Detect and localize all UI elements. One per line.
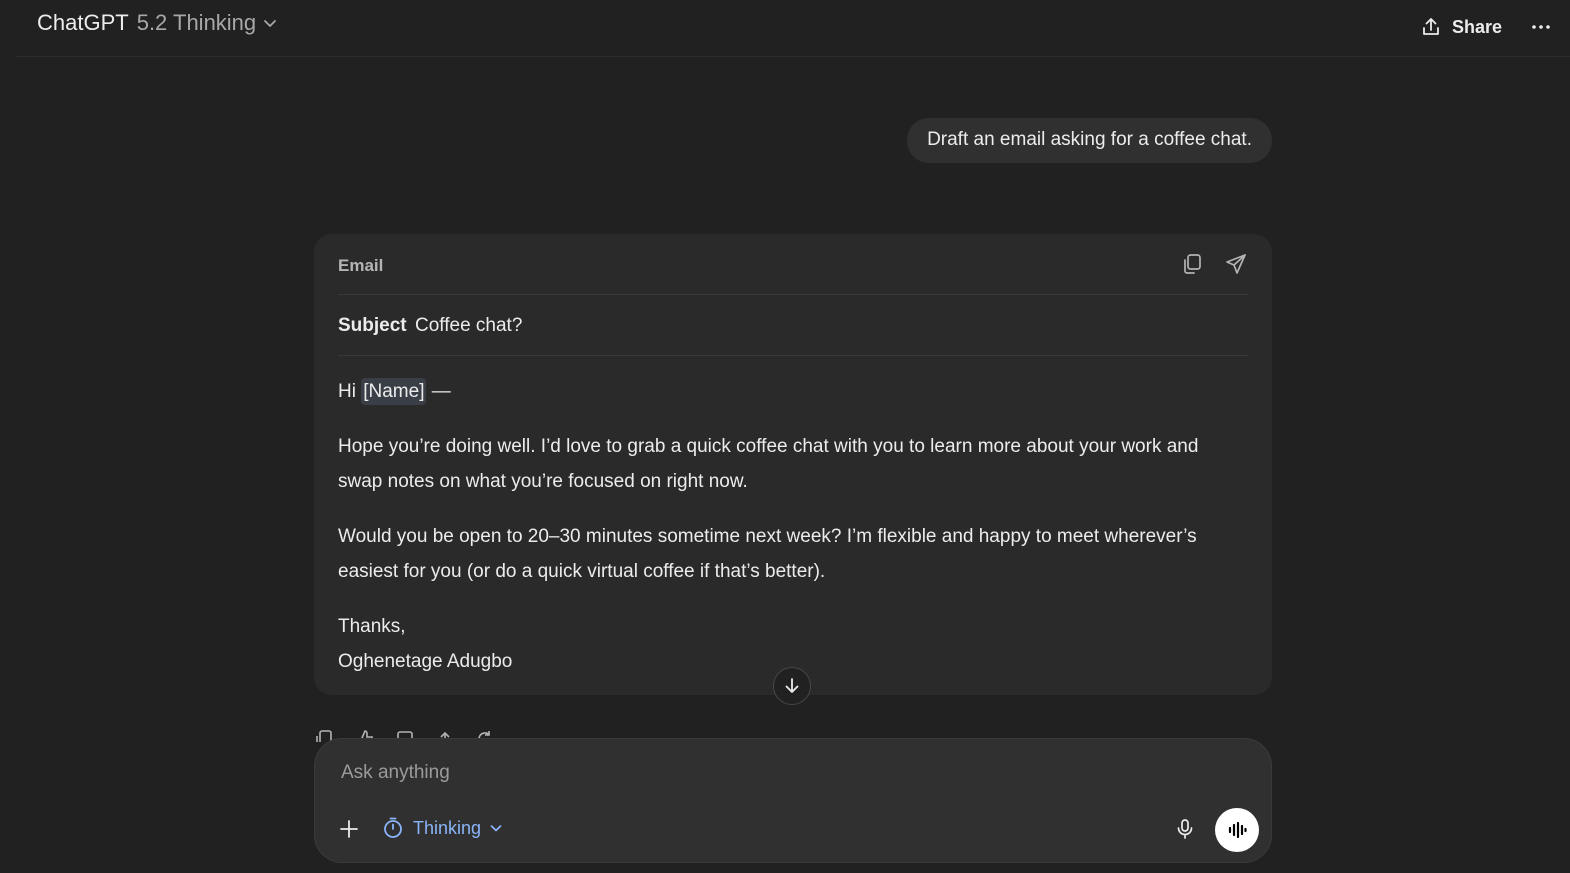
more-horizontal-icon [1530,16,1552,38]
model-switcher[interactable]: ChatGPT 5.2 Thinking [37,10,278,36]
composer: Thinking [314,738,1272,863]
copy-icon [1180,252,1204,276]
subject-value[interactable]: Coffee chat? [415,315,522,337]
chevron-down-icon [262,15,278,31]
email-greeting: Hi [Name] — [338,374,1238,409]
email-paragraph-2: Would you be open to 20–30 minutes somet… [338,526,1197,582]
email-card-header: Email [338,234,1248,295]
timer-icon [381,816,405,840]
email-subject-row: Subject Coffee chat? [338,295,1248,356]
more-options-button[interactable] [1524,12,1558,42]
model-name: ChatGPT [37,10,129,35]
send-icon [1224,252,1248,276]
email-card-label: Email [338,256,384,275]
share-button[interactable]: Share [1420,16,1502,38]
plus-icon [337,817,361,841]
microphone-icon [1173,817,1197,841]
voice-mode-icon [1226,819,1248,841]
email-body[interactable]: Hi [Name] — Hope you’re doing well. I’d … [338,374,1238,679]
greeting-suffix: — [426,381,451,402]
model-version: 5.2 Thinking [136,10,257,35]
greeting-prefix: Hi [338,381,362,402]
share-icon [1420,16,1442,38]
thinking-mode-button[interactable]: Thinking [381,816,503,840]
name-placeholder[interactable]: [Name] [361,378,427,405]
composer-input[interactable] [339,761,1163,785]
send-email-button[interactable] [1224,252,1248,276]
email-paragraph-1: Hope you’re doing well. I’d love to grab… [338,436,1199,492]
user-message: Draft an email asking for a coffee chat. [907,118,1272,163]
arrow-down-icon [782,676,802,696]
subject-label: Subject [338,315,407,336]
dictate-button[interactable] [1173,817,1197,841]
top-actions: Share [1420,12,1558,42]
scroll-to-bottom-button[interactable] [773,667,811,705]
share-label: Share [1451,16,1502,37]
add-attachment-button[interactable] [337,817,361,841]
email-tools [1180,252,1248,276]
chevron-down-icon [489,821,503,835]
top-bar: ChatGPT 5.2 Thinking Share [16,0,1570,57]
email-signoff: Thanks, [338,616,406,637]
voice-mode-button[interactable] [1215,808,1259,852]
email-card: Email Subject Coffee chat? Hi [Name] — H… [314,234,1272,695]
copy-email-button[interactable] [1180,252,1204,276]
thinking-mode-label: Thinking [413,817,482,838]
